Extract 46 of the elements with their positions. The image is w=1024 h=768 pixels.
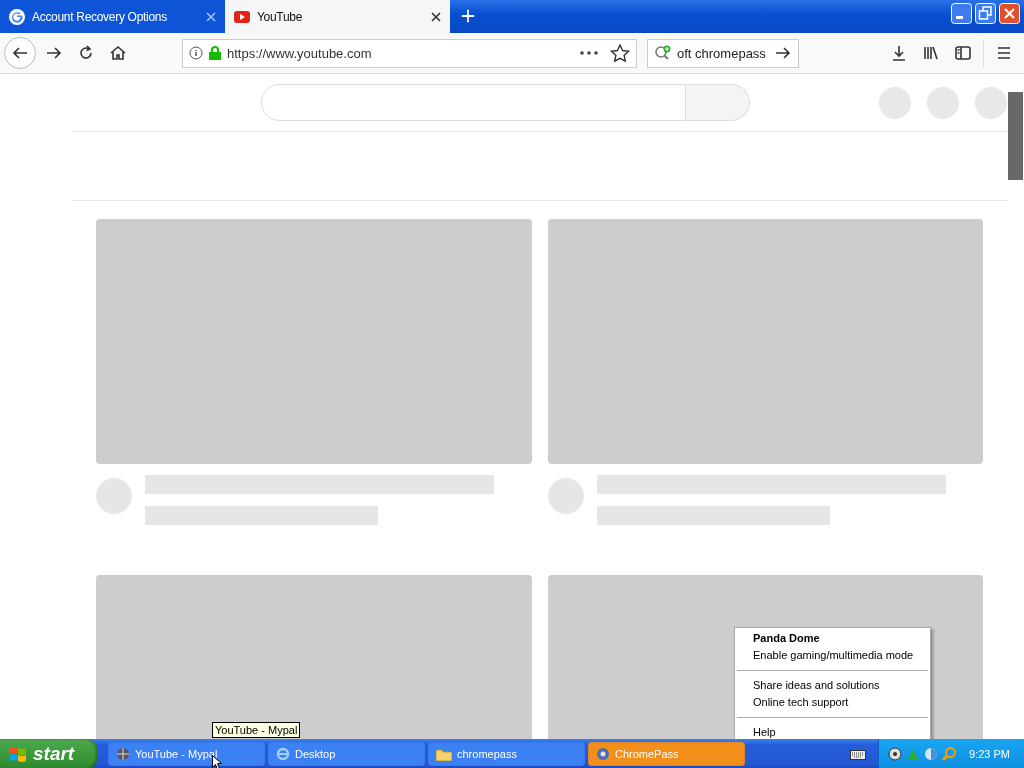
reload-icon[interactable] <box>77 44 95 62</box>
ie-logo-icon <box>276 747 290 761</box>
avatar-placeholder <box>548 478 584 514</box>
info-icon[interactable] <box>189 46 203 60</box>
restore-icon[interactable] <box>975 3 996 24</box>
taskbar-button[interactable]: YouTube - Mypal <box>108 742 265 766</box>
browser-tab[interactable]: Account Recovery Options <box>0 0 225 33</box>
close-tab-icon[interactable] <box>431 11 441 22</box>
library-icon[interactable] <box>922 44 940 62</box>
avatar-placeholder <box>96 478 132 514</box>
menu-item[interactable]: Help <box>735 724 930 739</box>
app-icon <box>596 747 610 761</box>
globe-icon <box>116 747 130 761</box>
back-button[interactable] <box>4 37 36 69</box>
clock: 9:23 PM <box>969 748 1010 760</box>
icon-placeholder <box>975 86 1007 119</box>
minimize-icon[interactable] <box>951 3 972 24</box>
taskbar-button[interactable]: chromepass <box>428 742 585 766</box>
scrollbar-thumb[interactable] <box>1008 92 1023 180</box>
tray-icon[interactable] <box>923 746 939 762</box>
start-button[interactable]: start <box>0 739 98 768</box>
sidebar-icon[interactable] <box>954 44 972 62</box>
browser-tab[interactable]: YouTube <box>225 0 450 33</box>
play-logo-icon <box>234 10 250 23</box>
search-button-placeholder <box>686 84 750 121</box>
more-icon[interactable] <box>580 51 598 55</box>
new-tab-icon[interactable] <box>460 8 476 24</box>
tray-icon[interactable] <box>887 746 903 762</box>
taskbar-button[interactable]: Desktop <box>268 742 425 766</box>
home-icon[interactable] <box>109 44 127 62</box>
keyboard-icon[interactable] <box>850 748 866 760</box>
folder-icon <box>436 747 452 761</box>
close-icon[interactable] <box>999 3 1020 24</box>
menu-item[interactable]: Share ideas and solutions <box>735 677 930 694</box>
download-icon[interactable] <box>890 44 908 62</box>
address-bar[interactable]: https://www.youtube.com <box>182 38 637 68</box>
windows-logo-icon <box>8 745 28 763</box>
google-icon <box>9 8 25 25</box>
tooltip: YouTube - Mypal <box>212 722 301 738</box>
menu-title: Panda Dome <box>752 631 821 646</box>
menu-item[interactable]: Online tech support <box>735 694 930 711</box>
star-icon[interactable] <box>610 44 630 62</box>
menu-icon[interactable] <box>995 44 1013 62</box>
lock-icon[interactable] <box>209 46 221 60</box>
menu-item[interactable]: Enable gaming/multimedia mode <box>735 647 930 664</box>
search-bar[interactable]: oft chromepass <box>647 38 799 68</box>
